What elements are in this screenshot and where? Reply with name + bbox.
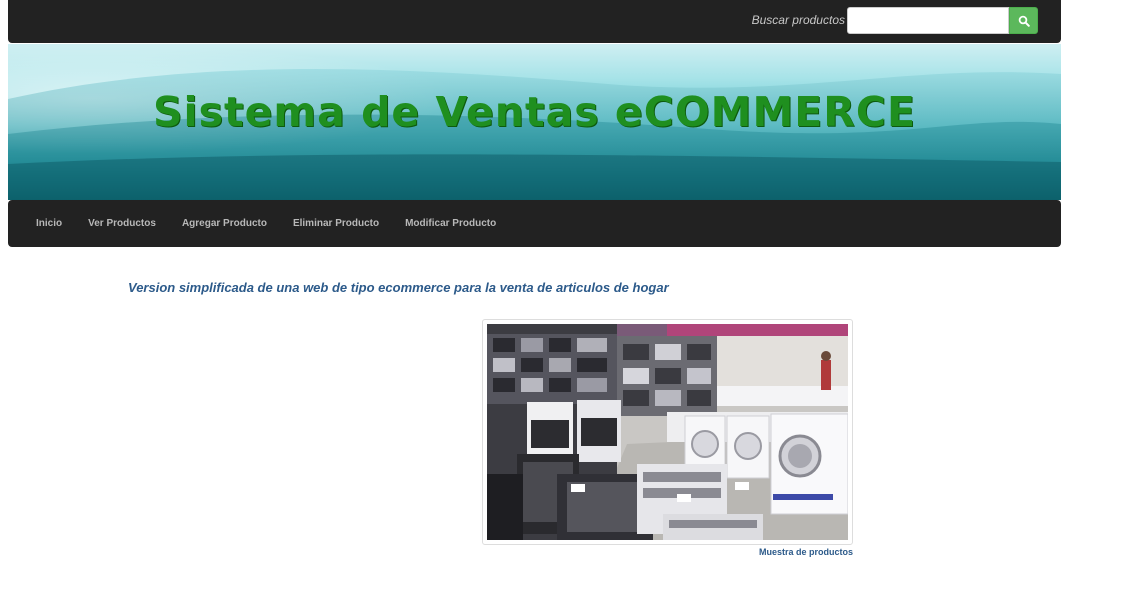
image-caption: Muestra de productos — [758, 547, 853, 557]
page: Buscar productos Sistema de Ventas eCOMM… — [0, 0, 1137, 596]
nav-item-eliminar-producto[interactable]: Eliminar Producto — [280, 218, 392, 229]
search-label: Buscar productos — [751, 13, 845, 27]
nav-item-modificar-producto[interactable]: Modificar Producto — [392, 218, 509, 229]
search-button[interactable] — [1009, 7, 1038, 34]
banner: Sistema de Ventas eCOMMERCE — [8, 44, 1061, 200]
nav-item-inicio[interactable]: Inicio — [23, 218, 75, 229]
search-icon — [1018, 15, 1030, 27]
search-input[interactable] — [847, 7, 1009, 34]
nav-item-ver-productos[interactable]: Ver Productos — [75, 218, 169, 229]
product-showroom-image — [487, 324, 848, 540]
nav-item-agregar-producto[interactable]: Agregar Producto — [169, 218, 280, 229]
main-nav: Inicio Ver Productos Agregar Producto El… — [8, 200, 1061, 247]
banner-title: Sistema de Ventas eCOMMERCE — [153, 88, 916, 136]
nav-list: Inicio Ver Productos Agregar Producto El… — [23, 200, 509, 247]
page-subtitle: Version simplificada de una web de tipo … — [128, 280, 669, 295]
product-image-frame — [482, 319, 853, 545]
